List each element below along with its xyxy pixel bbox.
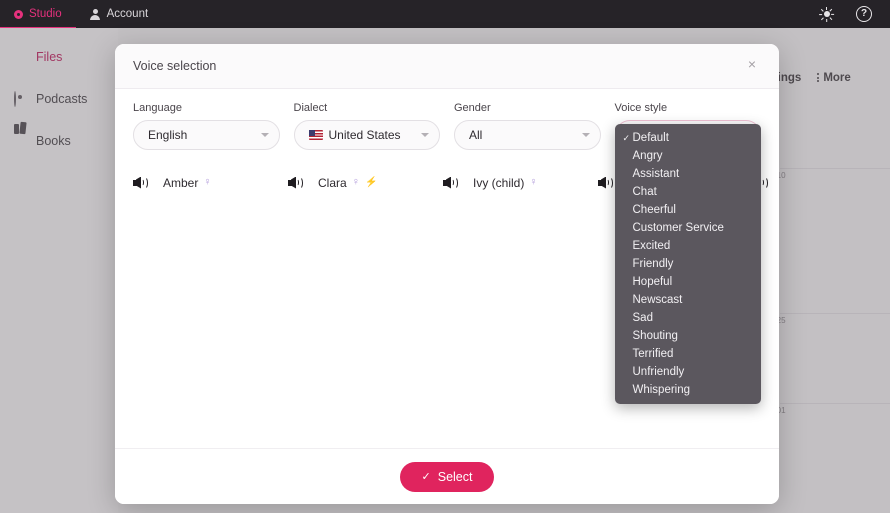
chevron-down-icon xyxy=(260,133,269,137)
modal-header: Voice selection × xyxy=(115,44,779,89)
filter-voice-style: Voice style ✓ Default Angry Assistant Chat Ch… xyxy=(614,102,761,404)
select-button[interactable]: ✓ Select xyxy=(399,461,495,492)
voice-style-option[interactable]: Whispering xyxy=(615,381,761,399)
modal-body: Language English Dialect United States G… xyxy=(115,89,779,448)
filter-language: Language English xyxy=(133,102,280,150)
voice-style-option[interactable]: Terrified xyxy=(615,345,761,363)
voice-list-item[interactable]: Clara ♀ ⚡ xyxy=(288,168,443,197)
nav-item-account-label: Account xyxy=(106,8,149,20)
filter-gender: Gender All xyxy=(454,102,601,150)
voice-style-option[interactable]: Chat xyxy=(615,183,761,201)
voice-style-option-label: Assistant xyxy=(632,168,680,180)
voice-name[interactable]: Clara ♀ ⚡ xyxy=(311,173,384,193)
voice-style-option[interactable]: Angry xyxy=(615,147,761,165)
filter-dialect-label: Dialect xyxy=(293,102,328,114)
check-icon: ✓ xyxy=(622,132,631,143)
dialect-select[interactable]: United States xyxy=(293,120,440,150)
voice-style-option-label: Customer Service xyxy=(632,222,724,234)
voice-name[interactable]: Monica♀ xyxy=(776,173,779,193)
voice-style-option[interactable]: Shouting xyxy=(615,327,761,345)
speaker-icon[interactable] xyxy=(133,176,148,189)
gender-select[interactable]: All xyxy=(454,120,601,150)
chevron-down-icon xyxy=(581,133,590,137)
nav-item-studio-label: Studio xyxy=(29,8,62,20)
help-icon[interactable]: ? xyxy=(856,6,872,22)
voice-style-option[interactable]: Unfriendly xyxy=(615,363,761,381)
voice-style-option[interactable]: Assistant xyxy=(615,165,761,183)
us-flag-icon xyxy=(308,130,323,140)
brightness-icon[interactable] xyxy=(819,6,835,22)
speaker-icon[interactable] xyxy=(598,176,613,189)
voice-list-item[interactable]: Amber ♀ xyxy=(133,168,288,197)
select-button-label: Select xyxy=(437,469,473,484)
voice-name-label: Clara xyxy=(318,175,347,190)
close-icon[interactable]: × xyxy=(743,57,761,75)
nav-item-studio[interactable]: Studio xyxy=(0,0,76,30)
voice-style-dropdown: ✓ Default Angry Assistant Chat Cheerful Custom… xyxy=(614,124,761,404)
top-nav-items: Studio Account xyxy=(0,0,163,30)
speaker-icon[interactable] xyxy=(443,176,458,189)
voice-style-option-label: Friendly xyxy=(632,258,674,270)
voice-style-option-label: Default xyxy=(632,132,669,144)
female-gender-icon: ♀ xyxy=(529,176,538,188)
gender-select-value: All xyxy=(469,128,483,142)
modal-footer: ✓ Select xyxy=(115,448,779,504)
nav-item-account[interactable]: Account xyxy=(76,0,163,28)
filter-gender-label: Gender xyxy=(454,102,491,114)
voice-style-option-label: Cheerful xyxy=(632,204,676,216)
voice-style-option-label: Unfriendly xyxy=(632,366,685,378)
voice-style-option[interactable]: Cheerful xyxy=(615,201,761,219)
female-gender-icon: ♀ xyxy=(203,176,212,188)
filter-row: Language English Dialect United States G… xyxy=(133,102,761,404)
voice-style-option[interactable]: Sad xyxy=(615,309,761,327)
female-gender-icon: ♀ xyxy=(351,176,360,188)
filter-dialect: Dialect United States xyxy=(293,102,440,150)
lightning-bolt-icon: ⚡ xyxy=(364,176,378,188)
speaker-icon[interactable] xyxy=(288,176,303,189)
app-root: Studio Account ? ttings More Files Podca… xyxy=(0,0,890,513)
voice-style-option-label: Excited xyxy=(632,240,671,252)
filter-language-label: Language xyxy=(133,102,182,114)
top-navigation-bar: Studio Account ? xyxy=(0,0,890,30)
voice-name-label: Amber xyxy=(163,175,199,190)
dialect-select-value: United States xyxy=(328,128,401,142)
voice-selection-modal: Voice selection × Language English Diale… xyxy=(115,44,779,504)
modal-title: Voice selection xyxy=(133,59,217,73)
voice-style-option[interactable]: ✓ Default xyxy=(615,129,761,147)
voice-style-option-label: Angry xyxy=(632,150,663,162)
record-dot-icon xyxy=(14,9,23,19)
voice-style-option[interactable]: Hopeful xyxy=(615,273,761,291)
language-select[interactable]: English xyxy=(133,120,280,150)
voice-name-label: Ivy (child) xyxy=(473,175,525,190)
voice-list-item[interactable]: Ivy (child) ♀ xyxy=(443,168,598,197)
voice-style-option-label: Chat xyxy=(632,186,657,198)
voice-style-option[interactable]: Friendly xyxy=(615,255,761,273)
voice-style-option-label: Whispering xyxy=(632,384,691,396)
voice-style-option[interactable]: Newscast xyxy=(615,291,761,309)
voice-name[interactable]: Amber ♀ xyxy=(156,173,219,193)
filter-voice-style-label: Voice style xyxy=(614,102,668,114)
voice-style-option[interactable]: Excited xyxy=(615,237,761,255)
language-select-value: English xyxy=(148,128,188,142)
person-icon xyxy=(90,8,101,20)
voice-style-option-label: Shouting xyxy=(632,330,678,342)
chevron-down-icon xyxy=(421,133,429,137)
voice-style-option[interactable]: Customer Service xyxy=(615,219,761,237)
voice-style-option-label: Terrified xyxy=(632,348,674,360)
top-nav-actions: ? xyxy=(819,6,890,22)
voice-name[interactable]: Ivy (child) ♀ xyxy=(466,173,545,193)
voice-style-option-label: Newscast xyxy=(632,294,683,306)
voice-style-option-label: Hopeful xyxy=(632,276,673,288)
voice-style-option-label: Sad xyxy=(632,312,653,324)
check-icon: ✓ xyxy=(421,471,431,483)
